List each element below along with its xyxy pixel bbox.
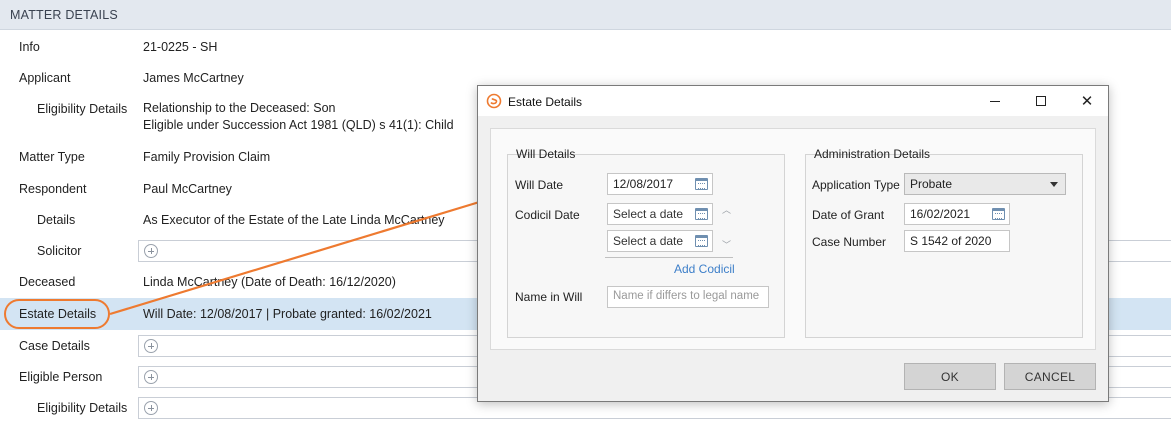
will-date-value: 12/08/2017 [613, 177, 674, 191]
name-in-will-input[interactable]: Name if differs to legal name [607, 286, 769, 308]
ok-button[interactable]: OK [904, 363, 996, 390]
row-label: Info [19, 39, 40, 54]
row-value-line: Eligible under Succession Act 1981 (QLD)… [143, 118, 454, 132]
application-type-select[interactable]: Probate [904, 173, 1066, 195]
dialog-title: Estate Details [508, 95, 583, 109]
section-title: MATTER DETAILS [10, 8, 118, 22]
row-value: As Executor of the Estate of the Late Li… [143, 212, 445, 227]
codicil-placeholder: Select a date [613, 234, 684, 248]
row-value: Paul McCartney [143, 181, 232, 196]
row-label: Matter Type [19, 150, 85, 164]
estate-details-dialog: Estate Details ✕ Will Details Will Date … [477, 85, 1109, 402]
case-number-value: S 1542 of 2020 [910, 234, 992, 248]
row-label: Case Details [19, 338, 90, 353]
row-label: Eligibility Details [37, 401, 128, 415]
cancel-button[interactable]: CANCEL [1004, 363, 1096, 390]
add-circle-icon[interactable] [144, 369, 158, 384]
row-value: James McCartney [143, 70, 244, 85]
close-icon: ✕ [1080, 92, 1094, 110]
row-value: Family Provision Claim [143, 150, 271, 164]
will-date-label: Will Date [515, 178, 564, 192]
codicil-separator [605, 257, 733, 258]
case-number-input[interactable]: S 1542 of 2020 [904, 230, 1010, 252]
calendar-icon[interactable] [992, 208, 1005, 220]
dropdown-caret-icon [1050, 182, 1058, 187]
group-title: Administration Details [814, 147, 931, 161]
name-in-will-placeholder: Name if differs to legal name [613, 290, 760, 302]
row-label: Estate Details [19, 307, 97, 321]
codicil-date-label: Codicil Date [515, 208, 580, 222]
case-number-label: Case Number [812, 235, 887, 249]
add-circle-icon[interactable] [144, 243, 158, 258]
add-codicil-link[interactable]: Add Codicil [674, 262, 735, 276]
date-of-grant-label: Date of Grant [812, 208, 885, 222]
will-date-input[interactable]: 12/08/2017 [607, 173, 713, 195]
add-circle-icon[interactable] [144, 338, 158, 353]
dialog-titlebar: Estate Details ✕ [478, 86, 1108, 116]
codicil-date-input-2[interactable]: Select a date [607, 230, 713, 252]
row-label: Details [37, 212, 76, 227]
scroll-up-icon[interactable]: ︿ [722, 203, 731, 216]
row-label: Eligibility Details [37, 102, 128, 116]
row-label: Applicant [19, 70, 71, 85]
codicil-date-input-1[interactable]: Select a date [607, 203, 713, 225]
row-value: Linda McCartney (Date of Death: 16/12/20… [143, 275, 396, 289]
row-info: Info 21-0225 - SH [0, 31, 1171, 62]
row-label: Eligible Person [19, 369, 103, 384]
app-logo-icon [486, 93, 502, 109]
row-value: Will Date: 12/08/2017 | Probate granted:… [143, 307, 432, 321]
maximize-icon [1036, 96, 1046, 106]
date-of-grant-value: 16/02/2021 [910, 207, 971, 221]
scroll-down-icon[interactable]: ﹀ [722, 238, 731, 251]
group-title: Will Details [516, 147, 576, 161]
application-type-label: Application Type [812, 178, 900, 192]
row-label: Respondent [19, 181, 87, 196]
section-header: MATTER DETAILS [0, 0, 1171, 30]
row-value: 21-0225 - SH [143, 39, 218, 54]
add-circle-icon[interactable] [144, 401, 158, 415]
row-label: Deceased [19, 275, 76, 289]
minimize-icon [990, 100, 1000, 102]
maximize-button[interactable] [1018, 86, 1064, 116]
codicil-placeholder: Select a date [613, 207, 684, 221]
row-label: Solicitor [37, 243, 82, 258]
minimize-button[interactable] [972, 86, 1018, 116]
close-button[interactable]: ✕ [1064, 86, 1110, 116]
calendar-icon[interactable] [695, 178, 708, 190]
row-value-line: Relationship to the Deceased: Son [143, 101, 336, 115]
row-value: Relationship to the Deceased: Son Eligib… [143, 100, 454, 134]
application-type-value: Probate [910, 177, 953, 191]
calendar-icon[interactable] [695, 235, 708, 247]
date-of-grant-input[interactable]: 16/02/2021 [904, 203, 1010, 225]
calendar-icon[interactable] [695, 208, 708, 220]
name-in-will-label: Name in Will [515, 290, 583, 304]
